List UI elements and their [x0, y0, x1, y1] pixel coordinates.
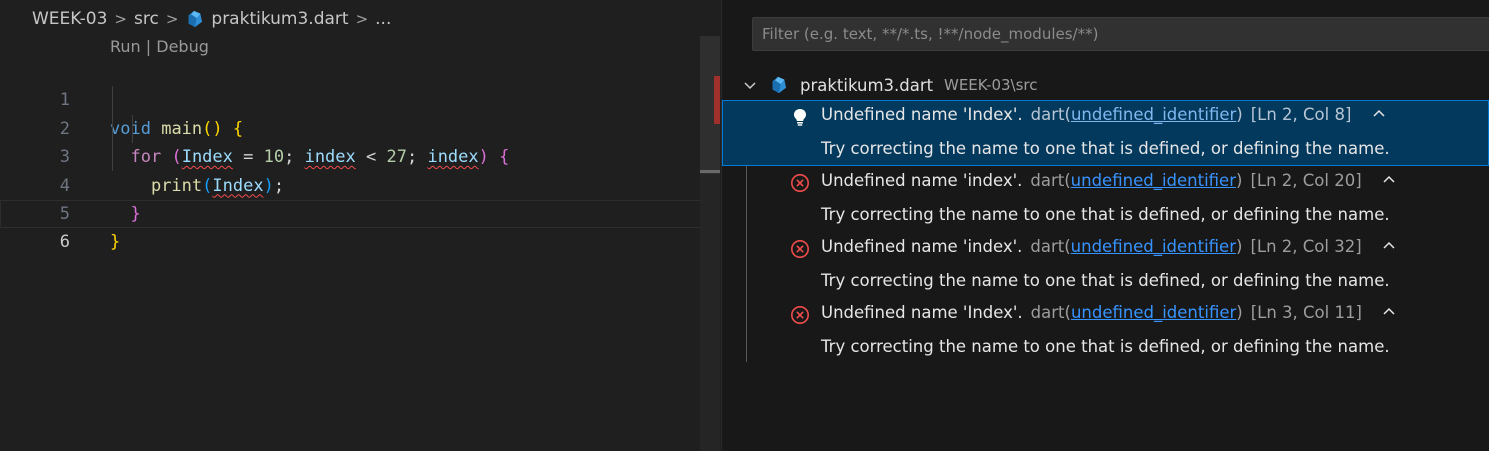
chevron-right-icon: > — [114, 10, 127, 28]
error-icon — [791, 306, 809, 324]
problem-code-link[interactable]: undefined_identifier — [1071, 303, 1236, 322]
problem-code-link[interactable]: undefined_identifier — [1071, 105, 1236, 124]
problems-file-name: praktikum3.dart — [800, 75, 934, 95]
indent-guide — [112, 86, 113, 171]
problem-text: Undefined name 'Index'. — [821, 105, 1023, 124]
problem-message: Undefined name 'Index'. dart(undefined_id… — [821, 303, 1397, 322]
breadcrumb-file[interactable]: praktikum3.dart — [211, 9, 348, 29]
breadcrumb-more[interactable]: ... — [375, 9, 391, 29]
problem-text: Undefined name 'Index'. — [821, 303, 1023, 322]
breadcrumb-folder[interactable]: WEEK-03 — [32, 9, 107, 29]
problem-message: Undefined name 'index'. dart(undefined_id… — [821, 237, 1397, 256]
problem-hint: Try correcting the name to one that is d… — [821, 271, 1390, 290]
lightbulb-icon[interactable] — [790, 107, 810, 127]
problem-source: dart(undefined_identifier) — [1030, 171, 1243, 190]
error-icon — [791, 240, 809, 258]
problem-hint: Try correcting the name to one that is d… — [821, 205, 1390, 224]
code-text: } — [110, 232, 121, 253]
problem-location: [Ln 2, Col 32] — [1250, 237, 1362, 256]
chevron-up-icon[interactable] — [1381, 238, 1397, 254]
code-line-current: 6 — [0, 199, 718, 252]
problem-location: [Ln 2, Col 20] — [1250, 171, 1362, 190]
chevron-down-icon[interactable] — [742, 77, 758, 93]
problem-source: dart(undefined_identifier) — [1030, 105, 1243, 124]
problem-text: Undefined name 'index'. — [821, 237, 1023, 256]
cursor-marker — [700, 170, 720, 173]
code-area[interactable]: 1 void main() { 2 for (Index = 10; index… — [0, 58, 721, 252]
problems-file-node[interactable]: praktikum3.dart WEEK-03\src — [722, 70, 1489, 100]
editor-pane[interactable]: WEEK-03 > src > praktikum3.dart > ... Ru… — [0, 0, 721, 451]
code-line: 5 } — [0, 172, 721, 252]
problems-filter-input[interactable] — [752, 17, 1489, 51]
error-icon — [791, 174, 809, 192]
problem-location: [Ln 2, Col 8] — [1250, 105, 1352, 124]
codelens-run-debug[interactable]: Run | Debug — [110, 37, 209, 56]
problem-item[interactable]: Undefined name 'index'. dart(undefined_id… — [722, 232, 1489, 298]
chevron-up-icon[interactable] — [1381, 172, 1397, 188]
dart-file-icon — [772, 76, 787, 94]
chevron-right-icon: > — [165, 10, 179, 28]
problem-hint: Try correcting the name to one that is d… — [821, 337, 1390, 356]
dart-file-icon — [189, 10, 203, 28]
error-marker — [714, 76, 720, 124]
code-line: 3 print(Index); — [0, 115, 721, 195]
problems-file-path: WEEK-03\src — [944, 76, 1038, 94]
problem-message: Undefined name 'index'. dart(undefined_id… — [821, 171, 1397, 190]
chevron-right-icon: > — [355, 10, 369, 28]
problem-item[interactable]: Undefined name 'Index'. dart(undefined_id… — [722, 298, 1489, 364]
problems-panel: praktikum3.dart WEEK-03\src Undefined na… — [722, 0, 1489, 451]
breadcrumb: WEEK-03 > src > praktikum3.dart > ... — [32, 6, 391, 32]
problem-location: [Ln 3, Col 11] — [1250, 303, 1362, 322]
breadcrumb-subfolder[interactable]: src — [134, 9, 159, 29]
chevron-up-icon[interactable] — [1371, 106, 1387, 122]
problem-item[interactable]: Undefined name 'Index'. dart(undefined_id… — [722, 100, 1489, 166]
problem-item[interactable]: Undefined name 'index'. dart(undefined_id… — [722, 166, 1489, 232]
problem-code-link[interactable]: undefined_identifier — [1071, 237, 1236, 256]
code-line: 4 } — [0, 143, 721, 224]
code-line: 2 for (Index = 10; index < 27; index) { — [0, 86, 721, 167]
problem-text: Undefined name 'index'. — [821, 171, 1023, 190]
problem-source: dart(undefined_identifier) — [1030, 303, 1243, 322]
problem-message: Undefined name 'Index'. dart(undefined_id… — [821, 105, 1387, 124]
problem-hint: Try correcting the name to one that is d… — [821, 139, 1390, 158]
line-number: 6 — [59, 232, 70, 253]
editor-scrollbar[interactable] — [700, 36, 720, 451]
problem-code-link[interactable]: undefined_identifier — [1071, 171, 1236, 190]
indent-guide — [132, 115, 133, 143]
chevron-up-icon[interactable] — [1381, 304, 1397, 320]
problem-source: dart(undefined_identifier) — [1030, 237, 1243, 256]
code-line: 1 void main() { — [0, 58, 721, 138]
